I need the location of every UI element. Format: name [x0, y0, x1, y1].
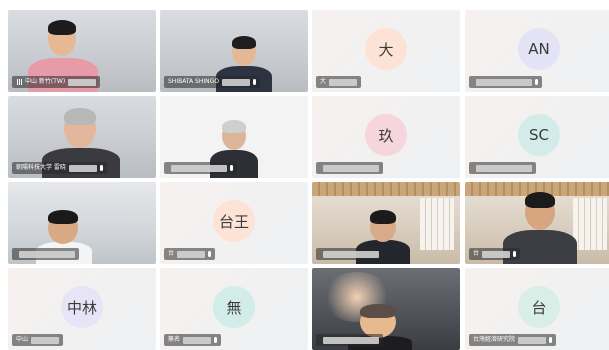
room-ceiling: [312, 182, 460, 196]
participant-name-label: [316, 334, 383, 346]
participant-name: 台灣經濟研究院: [473, 336, 516, 343]
participant-hair: [370, 210, 396, 224]
redacted-name: [482, 250, 511, 258]
participant-name-label: SHIBATA SHINGO: [164, 76, 261, 88]
participant-name: 無名: [168, 336, 181, 343]
redacted-name: [518, 336, 547, 344]
participant-name-label: 朝陽科技大学 雷晓: [12, 162, 107, 174]
participant-name-label: 台: [469, 248, 521, 260]
participant-name-label: 中山: [12, 334, 64, 346]
redacted-name: [222, 78, 251, 86]
participant-name: 朝陽科技大学 雷晓: [16, 164, 66, 171]
redacted-name: [323, 336, 379, 344]
participant-avatar: 中林: [61, 286, 103, 329]
microphone-icon[interactable]: [230, 165, 233, 171]
redacted-name: [183, 336, 212, 344]
participant-tile[interactable]: 無無名: [160, 268, 308, 350]
participant-tile[interactable]: 大大: [312, 10, 460, 92]
participant-name-label: 無名: [164, 334, 222, 346]
participant-name: 中山: [16, 336, 29, 343]
participant-name-label: 台: [164, 248, 216, 260]
participant-avatar: 台王: [213, 200, 255, 243]
participant-tile[interactable]: 台台灣經濟研究院: [465, 268, 609, 350]
participant-avatar: 台: [518, 286, 560, 329]
participant-hair: [64, 108, 96, 125]
redacted-name: [323, 250, 379, 258]
participant-tile[interactable]: 玖: [312, 96, 460, 178]
microphone-icon[interactable]: [549, 337, 553, 343]
redacted-name: [68, 78, 97, 86]
redacted-name: [68, 164, 97, 172]
redacted-name: [177, 250, 206, 258]
participant-avatar: AN: [518, 28, 560, 71]
participant-tile[interactable]: SC: [465, 96, 609, 178]
participant-tile[interactable]: 中林中山: [8, 268, 156, 350]
redacted-name: [476, 164, 532, 172]
participant-tile[interactable]: [160, 96, 308, 178]
participant-name-label: 大: [316, 76, 362, 88]
participant-tile[interactable]: 台: [465, 182, 609, 264]
participant-avatar: SC: [518, 114, 560, 157]
participant-avatar: 玖: [365, 114, 407, 157]
participant-tile[interactable]: 台王台: [160, 182, 308, 264]
participant-name-label: 台灣經濟研究院: [469, 334, 557, 346]
participant-name-label: [164, 162, 237, 174]
participant-avatar: 無: [213, 286, 255, 329]
participant-name: SHIBATA SHINGO: [168, 78, 220, 85]
signal-icon: [16, 79, 22, 85]
participant-tile[interactable]: [312, 268, 460, 350]
microphone-icon[interactable]: [99, 165, 103, 171]
participant-hair: [232, 36, 256, 49]
participant-tile[interactable]: AN: [465, 10, 609, 92]
participant-name-label: 中山 新竹(TW): [12, 76, 101, 88]
redacted-name: [19, 250, 75, 258]
participant-name-label: [469, 76, 542, 88]
participant-tile[interactable]: SHIBATA SHINGO: [160, 10, 308, 92]
participant-name: 中山 新竹(TW): [25, 78, 66, 85]
microphone-icon[interactable]: [253, 79, 257, 85]
participant-tile[interactable]: 朝陽科技大学 雷晓: [8, 96, 156, 178]
participant-name: 大: [320, 78, 327, 85]
participant-tile[interactable]: 中山 新竹(TW): [8, 10, 156, 92]
redacted-name: [329, 78, 358, 86]
participant-name-label: [316, 248, 383, 260]
redacted-name: [476, 78, 532, 86]
microphone-icon[interactable]: [513, 251, 517, 257]
participant-tile[interactable]: [312, 182, 460, 264]
participant-hair: [48, 210, 78, 224]
microphone-icon[interactable]: [208, 251, 212, 257]
participant-avatar: 大: [365, 28, 407, 71]
participant-hair: [48, 20, 76, 35]
participant-tile[interactable]: [8, 182, 156, 264]
participant-name: 台: [473, 250, 480, 257]
microphone-icon[interactable]: [535, 79, 538, 85]
participant-hair: [360, 304, 396, 318]
room-window: [573, 198, 607, 250]
redacted-name: [323, 164, 379, 172]
participant-name-label: [469, 162, 536, 174]
participant-grid: 中山 新竹(TW) SHIBATA SHINGO 大大 AN 朝陽科技大学 雷晓玖 SC 台…: [0, 0, 609, 350]
redacted-name: [171, 164, 227, 172]
room-window: [420, 198, 454, 250]
microphone-icon[interactable]: [214, 337, 218, 343]
participant-hair: [222, 120, 246, 133]
participant-name-label: [12, 248, 79, 260]
participant-name-label: [316, 162, 383, 174]
redacted-name: [31, 336, 60, 344]
participant-hair: [525, 192, 555, 208]
participant-name: 台: [168, 250, 175, 257]
